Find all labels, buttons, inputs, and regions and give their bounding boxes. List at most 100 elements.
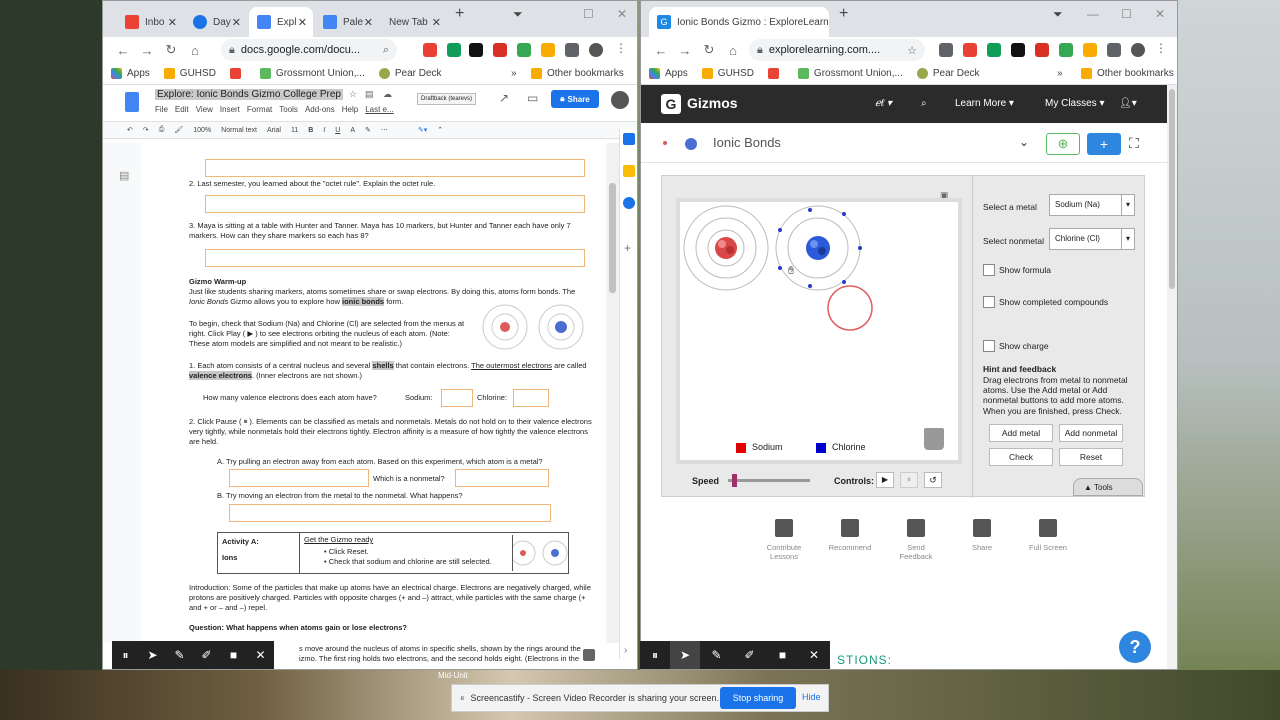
tab-search-icon[interactable]: ⏷ xyxy=(513,7,523,22)
search-icon[interactable]: ⌕ xyxy=(383,44,389,57)
extension-icon[interactable] xyxy=(1035,43,1049,57)
outline-icon[interactable]: ▤ xyxy=(119,169,129,182)
nonmetal-answer-box[interactable] xyxy=(455,469,549,487)
play-button[interactable]: ▶ xyxy=(876,472,894,488)
puzzle-icon[interactable] xyxy=(1107,43,1121,57)
add-button[interactable]: + xyxy=(1087,133,1121,155)
add-metal-button[interactable]: Add metal xyxy=(989,424,1053,442)
help-button[interactable]: ? xyxy=(1119,631,1151,663)
show-completed-checkbox[interactable]: Show completed compounds xyxy=(983,296,1108,308)
gizmos-brand[interactable]: Gizmos xyxy=(687,95,738,111)
fullscreen-icon[interactable]: ⛶ xyxy=(1129,135,1139,152)
menu-view[interactable]: View xyxy=(196,105,213,114)
show-charge-checkbox[interactable]: Show charge xyxy=(983,340,1049,352)
slider-handle[interactable] xyxy=(732,474,737,487)
keep-icon[interactable] xyxy=(623,165,635,177)
extension-icon[interactable] xyxy=(963,43,977,57)
back-icon[interactable]: ← xyxy=(649,43,673,58)
close-window-button[interactable]: ✕ xyxy=(617,7,627,21)
check-button[interactable]: Check xyxy=(989,448,1053,466)
move-electron-answer-box[interactable] xyxy=(229,504,551,522)
minimize-button[interactable]: — xyxy=(1087,7,1099,21)
metal-select[interactable]: Sodium (Na) xyxy=(1049,194,1135,216)
tasks-icon[interactable] xyxy=(623,197,635,209)
url-input[interactable]: 🔒︎ explorelearning.com.... ☆ xyxy=(749,39,925,61)
electron-drop-ring[interactable] xyxy=(827,285,873,331)
bookmark-pear-deck[interactable]: Pear Deck xyxy=(378,68,442,79)
docs-logo-icon[interactable] xyxy=(125,92,139,112)
comment-icon[interactable]: ▭ xyxy=(527,91,538,105)
zoom-select[interactable]: 100% xyxy=(193,127,211,134)
style-select[interactable]: Normal text xyxy=(221,127,257,134)
menu-file[interactable]: File xyxy=(155,105,168,114)
menu-icon[interactable]: ⋮ xyxy=(1155,41,1169,55)
hide-button[interactable]: Hide xyxy=(802,692,821,702)
reset-button[interactable]: Reset xyxy=(1059,448,1123,466)
add-to-class-button[interactable]: ⊕ xyxy=(1046,133,1080,155)
close-icon[interactable]: ✕ xyxy=(168,16,177,29)
calendar-icon[interactable] xyxy=(623,133,635,145)
bookmark-other[interactable]: Other bookmarks xyxy=(1081,68,1174,79)
tab-ionic-bonds[interactable]: GIonic Bonds Gizmo : ExploreLearn✕ xyxy=(649,7,829,37)
bookmark-pear-deck[interactable]: Pear Deck xyxy=(916,68,980,79)
highlighter-icon[interactable]: ✐ xyxy=(193,641,220,669)
tools-button[interactable]: ▲ Tools xyxy=(1073,478,1143,496)
sodium-answer-box[interactable] xyxy=(441,389,473,407)
answer-box[interactable] xyxy=(205,159,585,177)
doc-title[interactable]: Explore: Ionic Bonds Gizmo College Prep xyxy=(155,89,343,100)
bookmark-gmail[interactable] xyxy=(229,68,246,79)
extension-icon[interactable] xyxy=(987,43,1001,57)
maximize-button[interactable]: ☐ xyxy=(583,7,594,21)
send-feedback-button[interactable]: Send Feedback xyxy=(893,519,939,561)
pause-icon[interactable]: ⏸ xyxy=(640,641,670,669)
forward-icon[interactable]: → xyxy=(135,43,159,58)
extension-icon[interactable] xyxy=(541,43,555,57)
gizmos-logo-icon[interactable]: G xyxy=(661,94,681,114)
new-tab-button[interactable]: + xyxy=(455,5,464,23)
print-icon[interactable]: ⎙ xyxy=(159,126,165,134)
full-screen-button[interactable]: Full Screen xyxy=(1025,519,1071,561)
back-icon[interactable]: ← xyxy=(111,43,135,58)
menu-tools[interactable]: Tools xyxy=(279,105,298,114)
recommend-button[interactable]: Recommend xyxy=(827,519,873,561)
last-edit-link[interactable]: Last e... xyxy=(365,105,393,114)
home-icon[interactable]: ⌂ xyxy=(183,43,207,58)
chevron-right-icon[interactable]: » xyxy=(511,68,517,79)
close-icon[interactable]: ✕ xyxy=(364,16,373,29)
explore-icon[interactable] xyxy=(583,649,595,661)
speed-slider[interactable] xyxy=(728,474,810,487)
bookmark-gmail[interactable] xyxy=(767,68,784,79)
paint-format-icon[interactable]: 🖌︎ xyxy=(174,126,183,134)
menu-icon[interactable]: ⋮ xyxy=(615,41,629,55)
activity-icon[interactable]: ↗ xyxy=(499,91,509,105)
language-icon[interactable]: ℯℓ ▾ xyxy=(875,98,892,109)
more-icon[interactable]: ⋯ xyxy=(381,126,388,134)
bookmark-guhsd[interactable]: GUHSD xyxy=(163,68,216,79)
tab-inbox[interactable]: Inbo ✕ xyxy=(117,7,183,37)
bookmark-grossmont[interactable]: Grossmont Union,... xyxy=(259,68,365,79)
add-addon-icon[interactable]: + xyxy=(624,241,631,255)
maximize-button[interactable]: ☐ xyxy=(1121,7,1132,21)
avatar[interactable] xyxy=(611,91,629,109)
new-tab-button[interactable]: + xyxy=(839,5,848,23)
search-icon[interactable]: ⌕ xyxy=(921,98,927,109)
tab-new-tab[interactable]: New Tab ✕ xyxy=(381,7,447,37)
home-icon[interactable]: ⌂ xyxy=(721,43,745,58)
share-button[interactable]: 🔒︎ Share xyxy=(551,90,599,108)
move-folder-icon[interactable]: ▤ xyxy=(365,89,374,100)
user-icon[interactable]: 👤︎▾ xyxy=(1119,98,1137,109)
cursor-icon[interactable]: ➤ xyxy=(670,641,700,669)
pen-icon[interactable]: ✎ xyxy=(166,641,193,669)
nav-my-classes[interactable]: My Classes ▾ xyxy=(1045,98,1104,109)
bookmark-guhsd[interactable]: GUHSD xyxy=(701,68,754,79)
extension-icon[interactable] xyxy=(447,43,461,57)
page-scrollbar[interactable] xyxy=(1167,85,1177,669)
extension-icon[interactable] xyxy=(1059,43,1073,57)
bookmark-grossmont[interactable]: Grossmont Union,... xyxy=(797,68,903,79)
stop-sharing-button[interactable]: Stop sharing xyxy=(720,687,796,709)
pause-icon[interactable]: ⏸ xyxy=(112,641,139,669)
chlorine-atom[interactable] xyxy=(775,205,862,291)
chevron-up-icon[interactable]: ⌃ xyxy=(437,126,443,134)
nav-learn-more[interactable]: Learn More ▾ xyxy=(955,98,1014,109)
italic-icon[interactable]: I xyxy=(323,127,325,134)
